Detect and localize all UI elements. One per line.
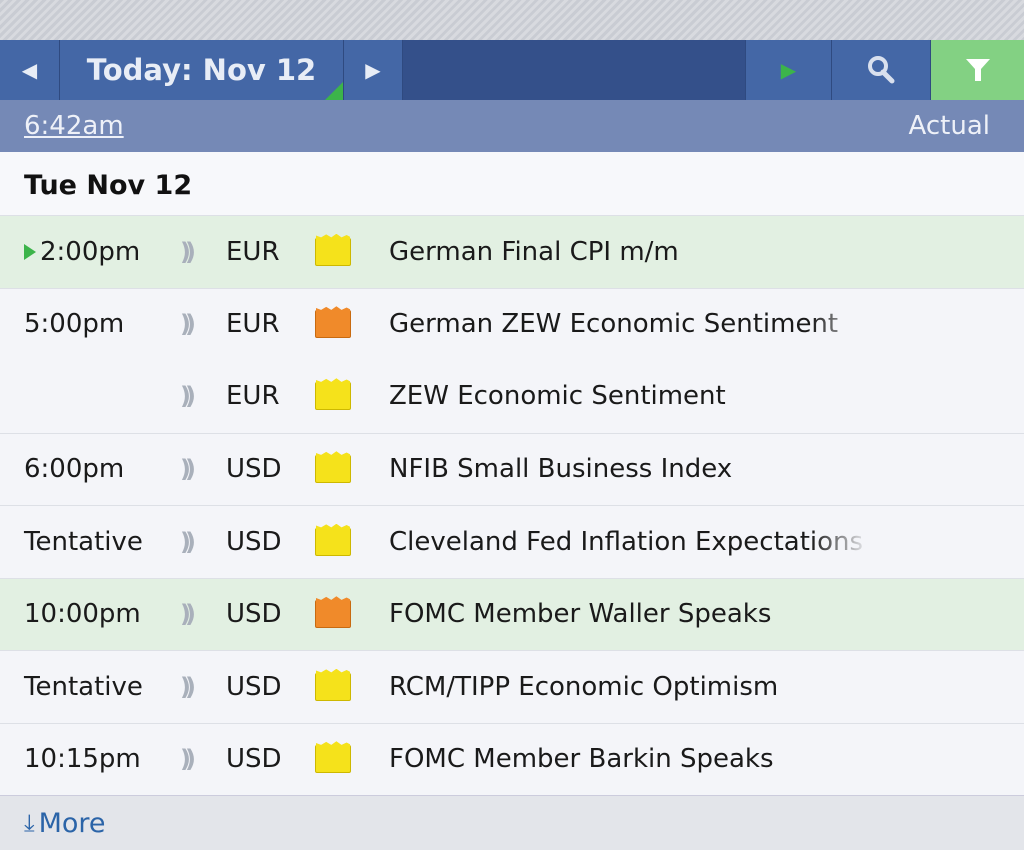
event-row[interactable]: 10:15pm )) USD FOMC Member Barkin Speaks (0, 722, 1024, 795)
event-row[interactable]: 5:00pm )) EUR German ZEW Economic Sentim… (0, 287, 1024, 360)
impact-low-icon (315, 382, 351, 411)
sound-alert-icon[interactable]: )) (180, 745, 196, 773)
sound-alert-icon[interactable]: )) (180, 528, 196, 556)
search-button[interactable] (832, 40, 931, 100)
event-currency: USD (226, 454, 282, 485)
event-time-text: 2:00pm (40, 236, 141, 267)
impact-low-icon (315, 527, 351, 556)
day-header: Tue Nov 12 (0, 152, 1024, 215)
sound-alert-icon[interactable]: )) (180, 382, 196, 410)
event-row[interactable]: Tentative )) USD RCM/TIPP Economic Optim… (0, 650, 1024, 723)
sound-alert-icon[interactable]: )) (180, 238, 196, 266)
next-day-button[interactable]: ▶ (344, 40, 403, 100)
event-title: Cleveland Fed Inflation Expectations (389, 526, 864, 557)
search-icon (868, 56, 895, 84)
sound-alert-icon[interactable]: )) (180, 600, 196, 628)
download-arrow-icon: ⤓ (24, 809, 35, 837)
event-row[interactable]: )) EUR ZEW Economic Sentiment (0, 360, 1024, 433)
event-time-text: Tentative (24, 671, 143, 702)
event-time-text: 10:15pm (24, 744, 141, 775)
event-time-text: Tentative (24, 526, 143, 557)
corner-indicator (325, 82, 343, 100)
event-time-text: 10:00pm (24, 599, 141, 630)
event-title: FOMC Member Waller Speaks (389, 599, 772, 630)
date-button[interactable]: Today: Nov 12 (60, 40, 344, 100)
event-time: 2:00pm (24, 237, 140, 267)
impact-medium-icon (315, 600, 351, 629)
event-title: NFIB Small Business Index (389, 454, 733, 485)
filter-icon (965, 59, 990, 81)
event-row[interactable]: 10:00pm )) USD FOMC Member Waller Speaks (0, 577, 1024, 650)
toolbar: ◀ Today: Nov 12 ▶ ▶ (0, 40, 1024, 100)
event-time: 6:00pm (24, 454, 124, 484)
sound-alert-icon[interactable]: )) (180, 455, 196, 483)
event-time: 10:00pm (24, 599, 141, 629)
sound-alert-icon[interactable]: )) (180, 673, 196, 701)
top-pattern (0, 0, 1024, 40)
current-time-link[interactable]: 6:42am (24, 111, 124, 141)
more-button[interactable]: ⤓ More (0, 795, 1024, 850)
impact-low-icon (315, 672, 351, 701)
event-title: FOMC Member Barkin Speaks (389, 744, 774, 775)
event-title: ZEW Economic Sentiment (389, 381, 726, 412)
event-title: German ZEW Economic Sentiment (389, 309, 839, 340)
impact-medium-icon (315, 310, 351, 339)
date-title: Today: Nov 12 (86, 53, 317, 87)
sound-alert-icon[interactable]: )) (180, 310, 196, 338)
play-icon: ▶ (780, 58, 797, 82)
next-event-icon (24, 244, 36, 261)
event-row[interactable]: Tentative )) USD Cleveland Fed Inflation… (0, 505, 1024, 578)
event-time: Tentative (24, 527, 143, 557)
event-title: German Final CPI m/m (389, 236, 679, 267)
event-currency: EUR (226, 236, 280, 267)
chevron-left-icon: ◀ (21, 58, 38, 82)
event-currency: EUR (226, 309, 280, 340)
event-row[interactable]: 6:00pm )) USD NFIB Small Business Index (0, 432, 1024, 505)
filter-button[interactable] (931, 40, 1024, 100)
event-title: RCM/TIPP Economic Optimism (389, 671, 779, 702)
prev-day-button[interactable]: ◀ (0, 40, 60, 100)
event-currency: EUR (226, 381, 280, 412)
impact-low-icon (315, 455, 351, 484)
events-list: 2:00pm )) EUR German Final CPI m/m 5:00pm… (0, 215, 1024, 795)
event-currency: USD (226, 599, 282, 630)
event-time-text: 6:00pm (24, 454, 125, 485)
impact-low-icon (315, 237, 351, 266)
impact-low-icon (315, 745, 351, 774)
event-time: 10:15pm (24, 744, 141, 774)
subheader: 6:42am Actual (0, 100, 1024, 152)
chevron-right-icon: ▶ (365, 58, 381, 82)
actual-column-header: Actual (908, 111, 990, 141)
event-time: 5:00pm (24, 309, 124, 339)
event-currency: USD (226, 526, 282, 557)
event-currency: USD (226, 744, 282, 775)
more-label: More (38, 807, 106, 839)
event-currency: USD (226, 671, 282, 702)
event-time-text: 5:00pm (24, 309, 125, 340)
event-row[interactable]: 2:00pm )) EUR German Final CPI m/m (0, 215, 1024, 288)
jump-to-next-button[interactable]: ▶ (745, 40, 832, 100)
event-time: Tentative (24, 672, 143, 702)
